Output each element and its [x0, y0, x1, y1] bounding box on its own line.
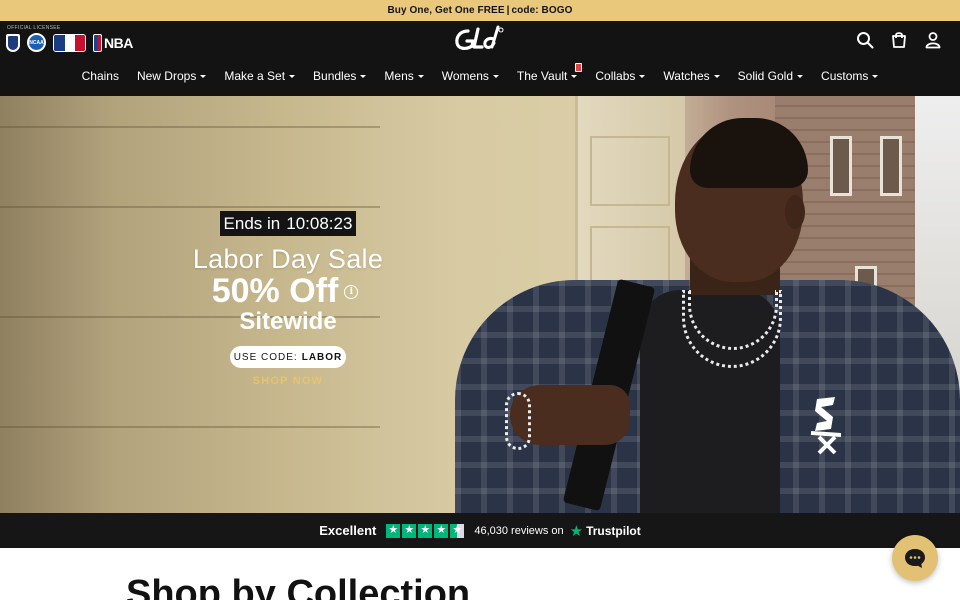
promo-bar[interactable]: Buy One, Get One FREE | code: BOGO — [0, 0, 960, 21]
trustpilot-bar[interactable]: Excellent ★ ★ ★ ★ ★ 46,030 reviews on ★ … — [0, 513, 960, 548]
trustpilot-name: Trustpilot — [586, 523, 641, 538]
promo-code-pill[interactable]: USE CODE: LABOR — [230, 346, 346, 368]
nav-item-watches[interactable]: Watches — [654, 69, 728, 83]
promo-code: code: BOGO — [511, 5, 573, 16]
door-panel — [590, 136, 670, 206]
nav-label: Womens — [441, 69, 489, 83]
wall-line — [0, 126, 380, 128]
nav-item-new-drops[interactable]: New Drops — [128, 69, 215, 83]
star-icon: ★ — [418, 523, 433, 538]
nba-logo-text: NBA — [104, 34, 133, 51]
caret-down-icon — [492, 74, 499, 78]
rating-word: Excellent — [319, 523, 377, 538]
header-icons — [856, 31, 942, 49]
info-icon[interactable]: i — [344, 284, 359, 299]
nav-label: Bundles — [313, 69, 357, 83]
star-icon: ★ — [402, 523, 417, 538]
nav-label: Solid Gold — [737, 69, 794, 83]
promo-separator: | — [506, 5, 510, 16]
nav-label: Mens — [384, 69, 414, 83]
caret-down-icon — [417, 74, 424, 78]
nav-label: Watches — [663, 69, 710, 83]
countdown-time: 10:08:23 — [286, 213, 353, 233]
countdown-label: Ends in — [223, 213, 281, 233]
trustpilot-star-icon: ★ — [569, 522, 584, 540]
hero-title: Labor Day Sale — [192, 244, 384, 274]
nav-item-the-vault[interactable]: The Vault — [508, 63, 586, 83]
wall-line — [0, 206, 380, 208]
promo-text: Buy One, Get One FREE — [387, 5, 505, 16]
nav-item-mens[interactable]: Mens — [375, 69, 432, 83]
nav-label: Chains — [81, 69, 119, 83]
account-icon[interactable] — [924, 31, 942, 49]
star-icon: ★ — [434, 523, 449, 538]
official-licensee-label: OFFICIAL LICENSEE — [7, 25, 61, 31]
caret-down-icon — [639, 74, 646, 78]
cart-icon[interactable] — [890, 31, 908, 49]
caret-down-icon — [872, 74, 879, 78]
background-window — [830, 136, 852, 196]
nav-label: Customs — [821, 69, 869, 83]
rating-stars: ★ ★ ★ ★ ★ — [386, 523, 465, 538]
nav-item-womens[interactable]: Womens — [433, 69, 508, 83]
vault-badge-icon — [575, 63, 583, 72]
star-icon: ★ — [386, 523, 401, 538]
wall-line — [0, 426, 380, 428]
search-icon[interactable] — [856, 31, 874, 49]
nav-label: Collabs — [595, 69, 636, 83]
nav-item-make-a-set[interactable]: Make a Set — [215, 69, 304, 83]
sale-countdown: Ends in 10:08:23 — [220, 211, 356, 236]
half-star-icon: ★ — [450, 523, 465, 538]
caret-down-icon — [797, 74, 804, 78]
nav-item-solid-gold[interactable]: Solid Gold — [729, 69, 812, 83]
nav-label: The Vault — [516, 69, 568, 83]
nfl-logo — [6, 33, 20, 52]
nav-label: Make a Set — [224, 69, 286, 83]
caret-down-icon — [200, 74, 207, 78]
code-value: LABOR — [301, 351, 343, 363]
brand-logo[interactable] — [454, 25, 506, 53]
caret-down-icon — [289, 74, 296, 78]
league-logos: NCAA NBA — [6, 33, 133, 52]
shop-now-button[interactable]: SHOP NOW — [230, 375, 346, 387]
nav-item-customs[interactable]: Customs — [812, 69, 887, 83]
nav-label: New Drops — [136, 69, 197, 83]
discount-text: 50% Off — [211, 272, 339, 310]
section-title: Shop by Collection — [126, 573, 471, 600]
model-ear — [785, 195, 805, 229]
caret-down-icon — [713, 74, 720, 78]
nav-item-collabs[interactable]: Collabs — [586, 69, 654, 83]
nav-item-chains[interactable]: Chains — [73, 69, 128, 83]
mlb-logo — [53, 33, 86, 52]
chat-button[interactable] — [892, 535, 938, 581]
caret-down-icon — [360, 74, 367, 78]
site-header: OFFICIAL LICENSEE NCAA NBA Chains New Dr… — [0, 21, 960, 96]
caret-down-icon — [571, 74, 578, 78]
background-window — [880, 136, 902, 196]
nba-logo: NBA — [93, 33, 133, 52]
nav-item-bundles[interactable]: Bundles — [304, 69, 375, 83]
hero-discount: 50% Off i — [200, 272, 370, 311]
chat-icon — [905, 549, 925, 568]
tennis-bracelet — [505, 392, 531, 450]
review-count: 46,030 reviews on — [474, 524, 564, 537]
code-prefix: USE CODE: — [233, 351, 298, 363]
main-nav: Chains New Drops Make a Set Bundles Mens… — [0, 63, 960, 83]
sox-logo-icon — [810, 397, 842, 455]
ncaa-logo: NCAA — [27, 33, 46, 52]
hero-subtitle: Sitewide — [239, 308, 337, 335]
